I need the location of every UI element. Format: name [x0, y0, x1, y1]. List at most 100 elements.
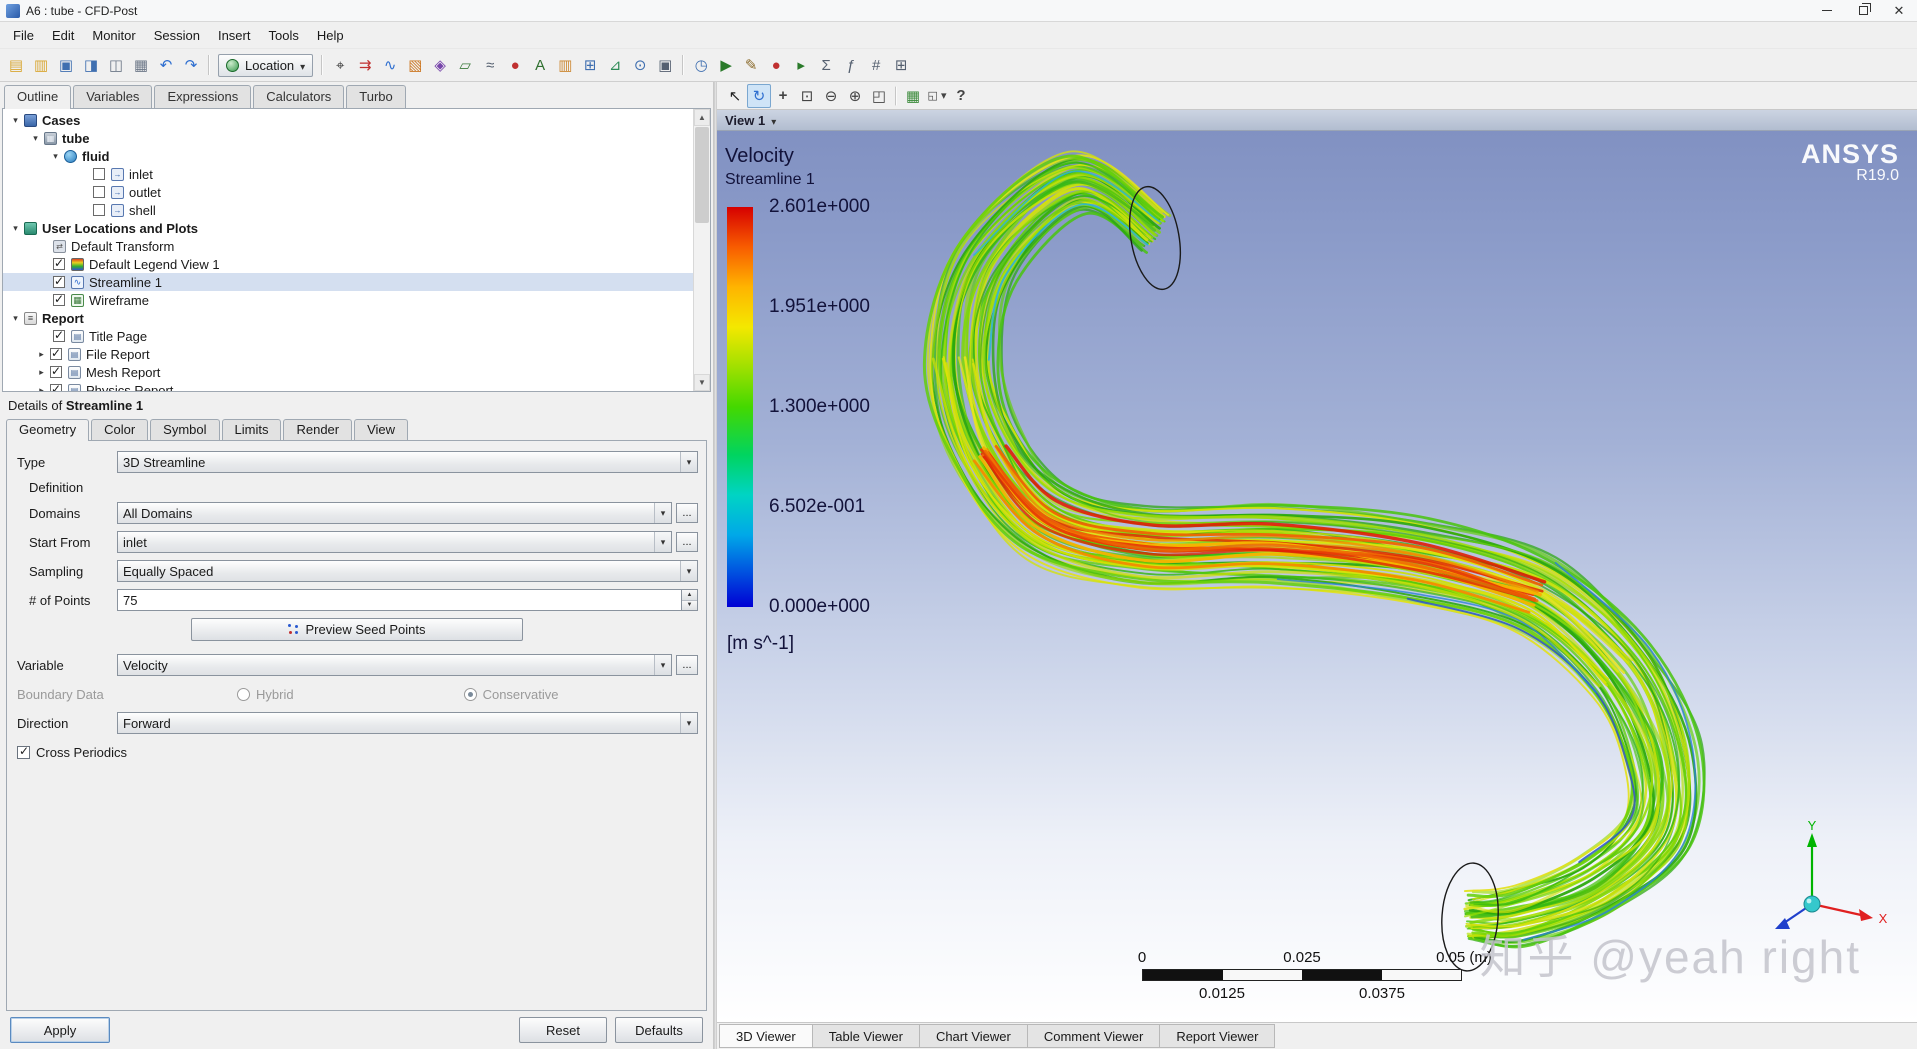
scroll-down-icon[interactable]: ▼ [694, 374, 710, 391]
start-from-browse-button[interactable]: ... [676, 532, 698, 552]
legend-tool-icon[interactable]: ▥ [553, 53, 577, 77]
contour-icon[interactable]: ▧ [403, 53, 427, 77]
save-picture-icon[interactable]: ◨ [79, 53, 103, 77]
session-play-icon[interactable]: ▸ [789, 53, 813, 77]
scrollbar-thumb[interactable] [695, 127, 709, 223]
tree-checkbox[interactable] [50, 346, 62, 360]
tree-item[interactable]: Wireframe [3, 291, 693, 309]
probe-icon[interactable]: ⌖ [328, 53, 352, 77]
chevron-down-icon[interactable] [680, 452, 697, 472]
chart-icon[interactable]: ⊿ [603, 53, 627, 77]
tab-turbo[interactable]: Turbo [346, 85, 406, 108]
tab-calculators[interactable]: Calculators [253, 85, 345, 108]
chevron-down-icon[interactable] [654, 655, 671, 675]
copy-icon[interactable]: ◫ [104, 53, 128, 77]
variable-browse-button[interactable]: ... [676, 655, 698, 675]
tree-scrollbar[interactable]: ▲ ▼ [693, 109, 710, 391]
tree-item[interactable]: File Report [3, 345, 693, 363]
defaults-button[interactable]: Defaults [615, 1017, 703, 1043]
tree-item[interactable]: Streamline 1 [3, 273, 693, 291]
tree-item[interactable]: tube [3, 129, 693, 147]
redo-icon[interactable]: ↷ [179, 53, 203, 77]
tab-report-viewer[interactable]: Report Viewer [1160, 1024, 1276, 1048]
tree-item[interactable]: shell [3, 201, 693, 219]
expressions-icon[interactable]: Σ [814, 53, 838, 77]
isosurface-icon[interactable]: ◈ [428, 53, 452, 77]
comment-icon[interactable]: ⊙ [628, 53, 652, 77]
rotate-tool-icon[interactable]: ↻ [747, 83, 771, 108]
figure-icon[interactable]: ▣ [653, 53, 677, 77]
tree-item[interactable]: Cases [3, 111, 693, 129]
mesh-calculator-icon[interactable]: # [864, 53, 888, 77]
text-icon[interactable]: A [528, 53, 552, 77]
cross-periodics-checkbox[interactable] [17, 744, 30, 759]
chevron-down-icon[interactable] [654, 503, 671, 523]
tree-expander-icon[interactable] [9, 312, 22, 325]
undo-icon[interactable]: ↶ [154, 53, 178, 77]
spin-up-icon[interactable]: ▲ [682, 590, 697, 600]
timestep-selector-icon[interactable]: ◷ [689, 53, 713, 77]
tree-expander-icon[interactable] [49, 150, 62, 163]
tab-expressions[interactable]: Expressions [154, 85, 252, 108]
menu-monitor[interactable]: Monitor [83, 22, 144, 48]
domains-combo[interactable]: All Domains [117, 502, 672, 524]
load-results-icon[interactable]: ▥ [29, 53, 53, 77]
apply-button[interactable]: Apply [10, 1017, 110, 1043]
menu-edit[interactable]: Edit [43, 22, 83, 48]
minimize-button[interactable] [1809, 0, 1845, 21]
polyline-icon[interactable]: ≈ [478, 53, 502, 77]
session-record-icon[interactable]: ● [764, 53, 788, 77]
pan-tool-icon[interactable]: + [771, 84, 795, 108]
tree-checkbox[interactable] [93, 168, 105, 180]
table-icon[interactable]: ⊞ [578, 53, 602, 77]
direction-combo[interactable]: Forward [117, 712, 698, 734]
variable-combo[interactable]: Velocity [117, 654, 672, 676]
select-tool-icon[interactable]: ↖ [723, 84, 747, 108]
tree-checkbox[interactable] [53, 292, 65, 306]
type-combo[interactable]: 3D Streamline [117, 451, 698, 473]
chevron-down-icon[interactable] [680, 561, 697, 581]
context-help-icon[interactable]: ? [949, 84, 973, 108]
tree-expander-icon[interactable] [9, 222, 22, 235]
tree-item[interactable]: outlet [3, 183, 693, 201]
dtab-geometry[interactable]: Geometry [6, 419, 90, 441]
dtab-view[interactable]: View [354, 419, 409, 440]
dtab-render[interactable]: Render [283, 419, 353, 440]
tree-expander-icon[interactable] [35, 384, 48, 392]
restore-button[interactable] [1845, 0, 1881, 21]
tree-item[interactable]: Physics Report [3, 381, 693, 391]
chevron-down-icon[interactable] [654, 532, 671, 552]
tree-item[interactable]: inlet [3, 165, 693, 183]
tree-checkbox[interactable] [53, 328, 65, 342]
print-icon[interactable]: ▦ [129, 53, 153, 77]
animation-icon[interactable]: ▶ [714, 53, 738, 77]
quick-editor-icon[interactable]: ✎ [739, 53, 763, 77]
menu-file[interactable]: File [4, 22, 43, 48]
tree-expander-icon[interactable] [9, 114, 22, 127]
plane-icon[interactable]: ▱ [453, 53, 477, 77]
dtab-symbol[interactable]: Symbol [150, 419, 220, 440]
view-mode-icon[interactable]: ◱ ▾ [925, 84, 949, 108]
view-selector-bar[interactable]: View 1 [717, 110, 1917, 131]
fit-view-tool-icon[interactable]: ◰ [867, 84, 891, 108]
3d-canvas[interactable]: Velocity Streamline 1 2.601e+000 1.951e+0… [717, 131, 1917, 1022]
location-dropdown[interactable]: Location [218, 53, 314, 77]
tree-item[interactable]: Default Legend View 1 [3, 255, 693, 273]
tree-item[interactable]: User Locations and Plots [3, 219, 693, 237]
tree-item[interactable]: Mesh Report [3, 363, 693, 381]
menu-session[interactable]: Session [145, 22, 209, 48]
save-state-icon[interactable]: ▣ [54, 53, 78, 77]
tab-table-viewer[interactable]: Table Viewer [812, 1024, 920, 1048]
sampling-combo[interactable]: Equally Spaced [117, 560, 698, 582]
preview-seed-points-button[interactable]: Preview Seed Points [190, 617, 523, 641]
tree-item[interactable]: Report [3, 309, 693, 327]
tab-variables[interactable]: Variables [73, 85, 153, 108]
tree-expander-icon[interactable] [35, 348, 48, 361]
render-options-icon[interactable]: ▦ [901, 84, 925, 108]
tree-checkbox[interactable] [53, 274, 65, 288]
function-calculator-icon[interactable]: ƒ [839, 53, 863, 77]
tab-outline[interactable]: Outline [4, 85, 72, 109]
hybrid-radio[interactable] [237, 687, 250, 701]
tree-checkbox[interactable] [93, 204, 105, 216]
points-stepper[interactable]: ▲ ▼ [681, 590, 697, 610]
